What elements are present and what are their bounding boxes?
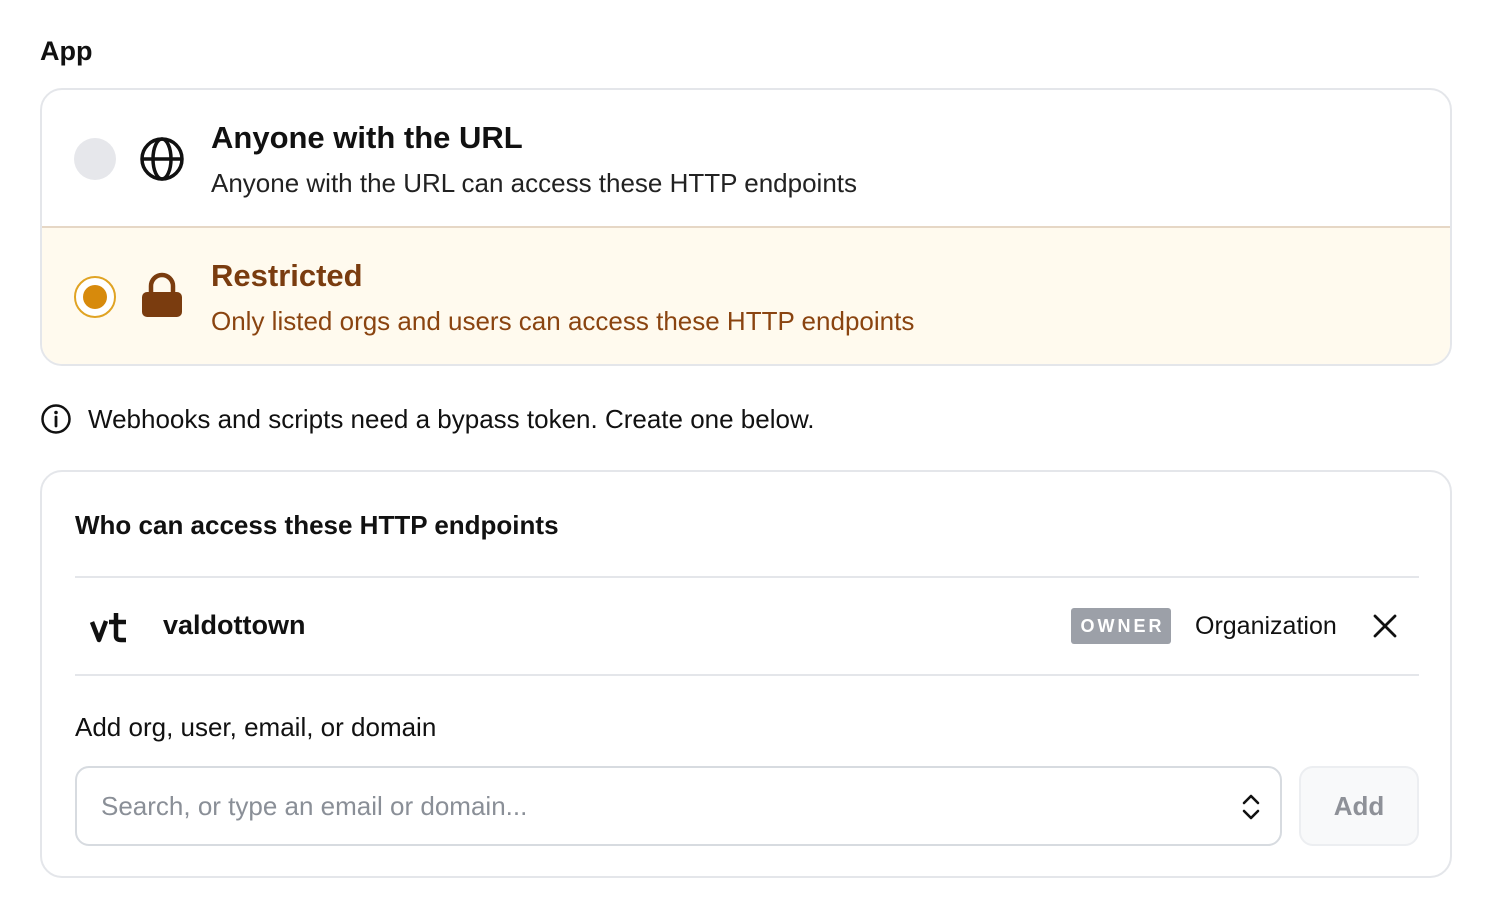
member-row: valdottown OWNER Organization <box>75 578 1419 674</box>
val-town-logo-icon <box>89 613 126 643</box>
radio-restricted[interactable] <box>74 276 116 318</box>
radio-anyone-with-url[interactable] <box>74 138 116 180</box>
divider <box>75 674 1419 676</box>
member-name: valdottown <box>163 610 306 640</box>
option-title: Anyone with the URL <box>211 120 523 155</box>
globe-icon <box>140 137 184 181</box>
access-list-card: Who can access these HTTP endpoints vald… <box>40 470 1452 878</box>
section-title: App <box>40 36 93 66</box>
lock-icon <box>142 272 182 317</box>
member-type: Organization <box>1195 612 1337 640</box>
add-member-label: Add org, user, email, or domain <box>75 712 437 742</box>
option-title: Restricted <box>211 258 363 293</box>
bypass-token-info: Webhooks and scripts need a bypass token… <box>40 402 815 436</box>
remove-member-button[interactable] <box>1371 612 1399 640</box>
access-list-title: Who can access these HTTP endpoints <box>75 510 559 540</box>
member-search-input[interactable] <box>101 768 1221 844</box>
info-text: Webhooks and scripts need a bypass token… <box>88 403 815 434</box>
option-description: Only listed orgs and users can access th… <box>211 306 915 336</box>
info-icon <box>41 404 71 434</box>
chevron-up-down-icon[interactable] <box>1239 792 1263 822</box>
member-search-box[interactable] <box>75 766 1282 846</box>
owner-badge: OWNER <box>1071 608 1171 644</box>
add-button[interactable]: Add <box>1299 766 1419 846</box>
option-description: Anyone with the URL can access these HTT… <box>211 168 858 198</box>
option-anyone-with-url[interactable]: Anyone with the URL Anyone with the URL … <box>42 90 1450 228</box>
option-restricted[interactable]: Restricted Only listed orgs and users ca… <box>42 228 1450 364</box>
access-options: Anyone with the URL Anyone with the URL … <box>40 88 1452 366</box>
